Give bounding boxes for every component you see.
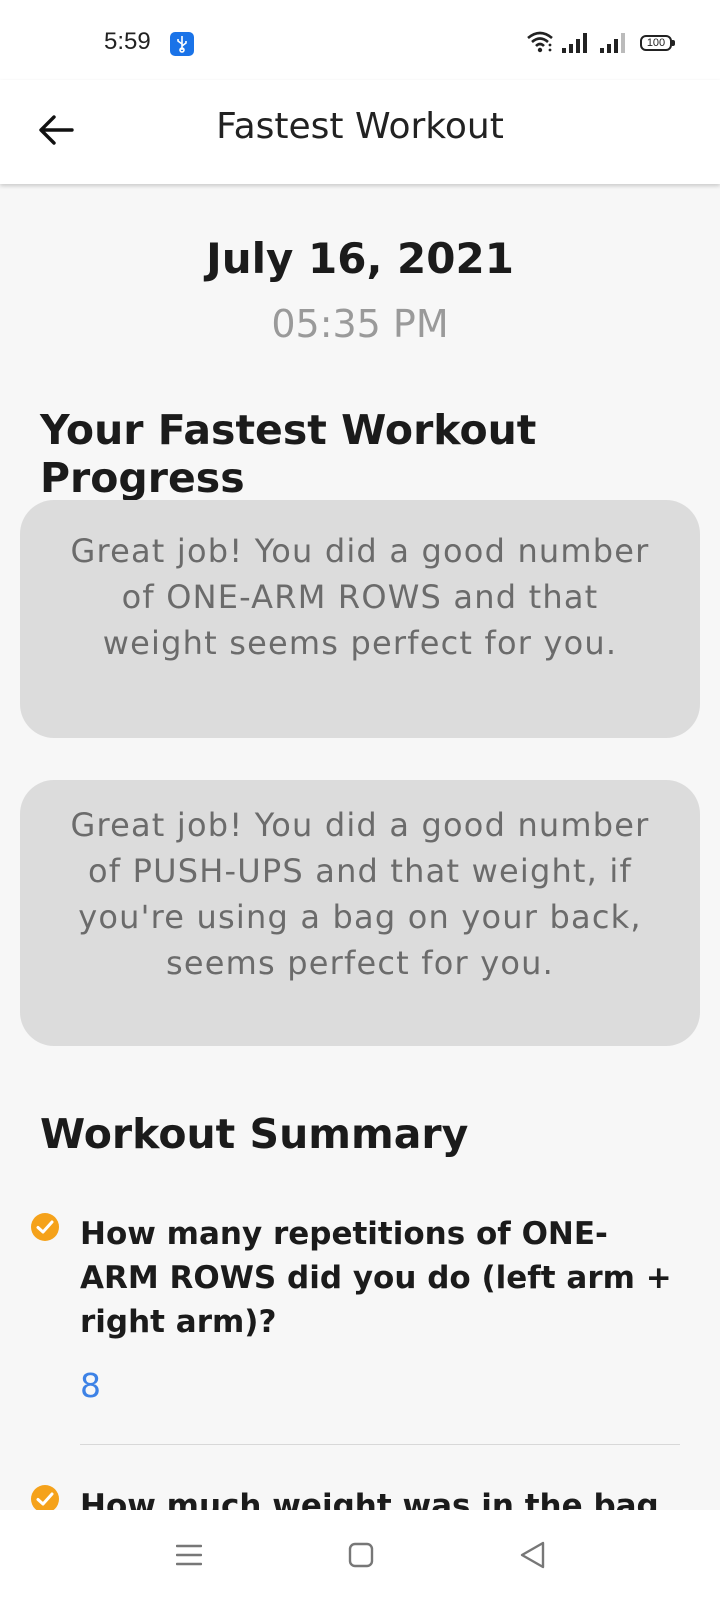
usb-icon [170, 32, 194, 56]
status-time: 5:59 [104, 28, 151, 55]
signal-icon-secondary [600, 32, 628, 58]
progress-heading: Your Fastest Workout Progress [40, 406, 537, 502]
summary-divider [80, 1444, 680, 1445]
app-header: Fastest Workout [0, 80, 720, 184]
page-title: Fastest Workout [216, 106, 504, 147]
feedback-card-one-arm-rows: Great job! You did a good number of ONE-… [20, 500, 700, 738]
summary-heading: Workout Summary [40, 1110, 469, 1158]
status-bar: 5:59 100 [0, 0, 720, 80]
system-nav-bar [0, 1510, 720, 1600]
wifi-icon [526, 30, 554, 58]
feedback-card-push-ups: Great job! You did a good number of PUSH… [20, 780, 700, 1046]
summary-question: How many repetitions of ONE-ARM ROWS did… [80, 1216, 672, 1340]
workout-date: July 16, 2021 [206, 234, 514, 283]
signal-icon [562, 32, 590, 58]
workout-time: 05:35 PM [271, 302, 449, 346]
menu-icon[interactable] [175, 1543, 203, 1571]
check-circle-icon [30, 1212, 60, 1242]
nav-back-triangle-icon[interactable] [518, 1540, 546, 1574]
battery-icon: 100 [640, 35, 675, 51]
summary-answer: 8 [80, 1366, 101, 1405]
home-square-icon[interactable] [348, 1542, 374, 1572]
